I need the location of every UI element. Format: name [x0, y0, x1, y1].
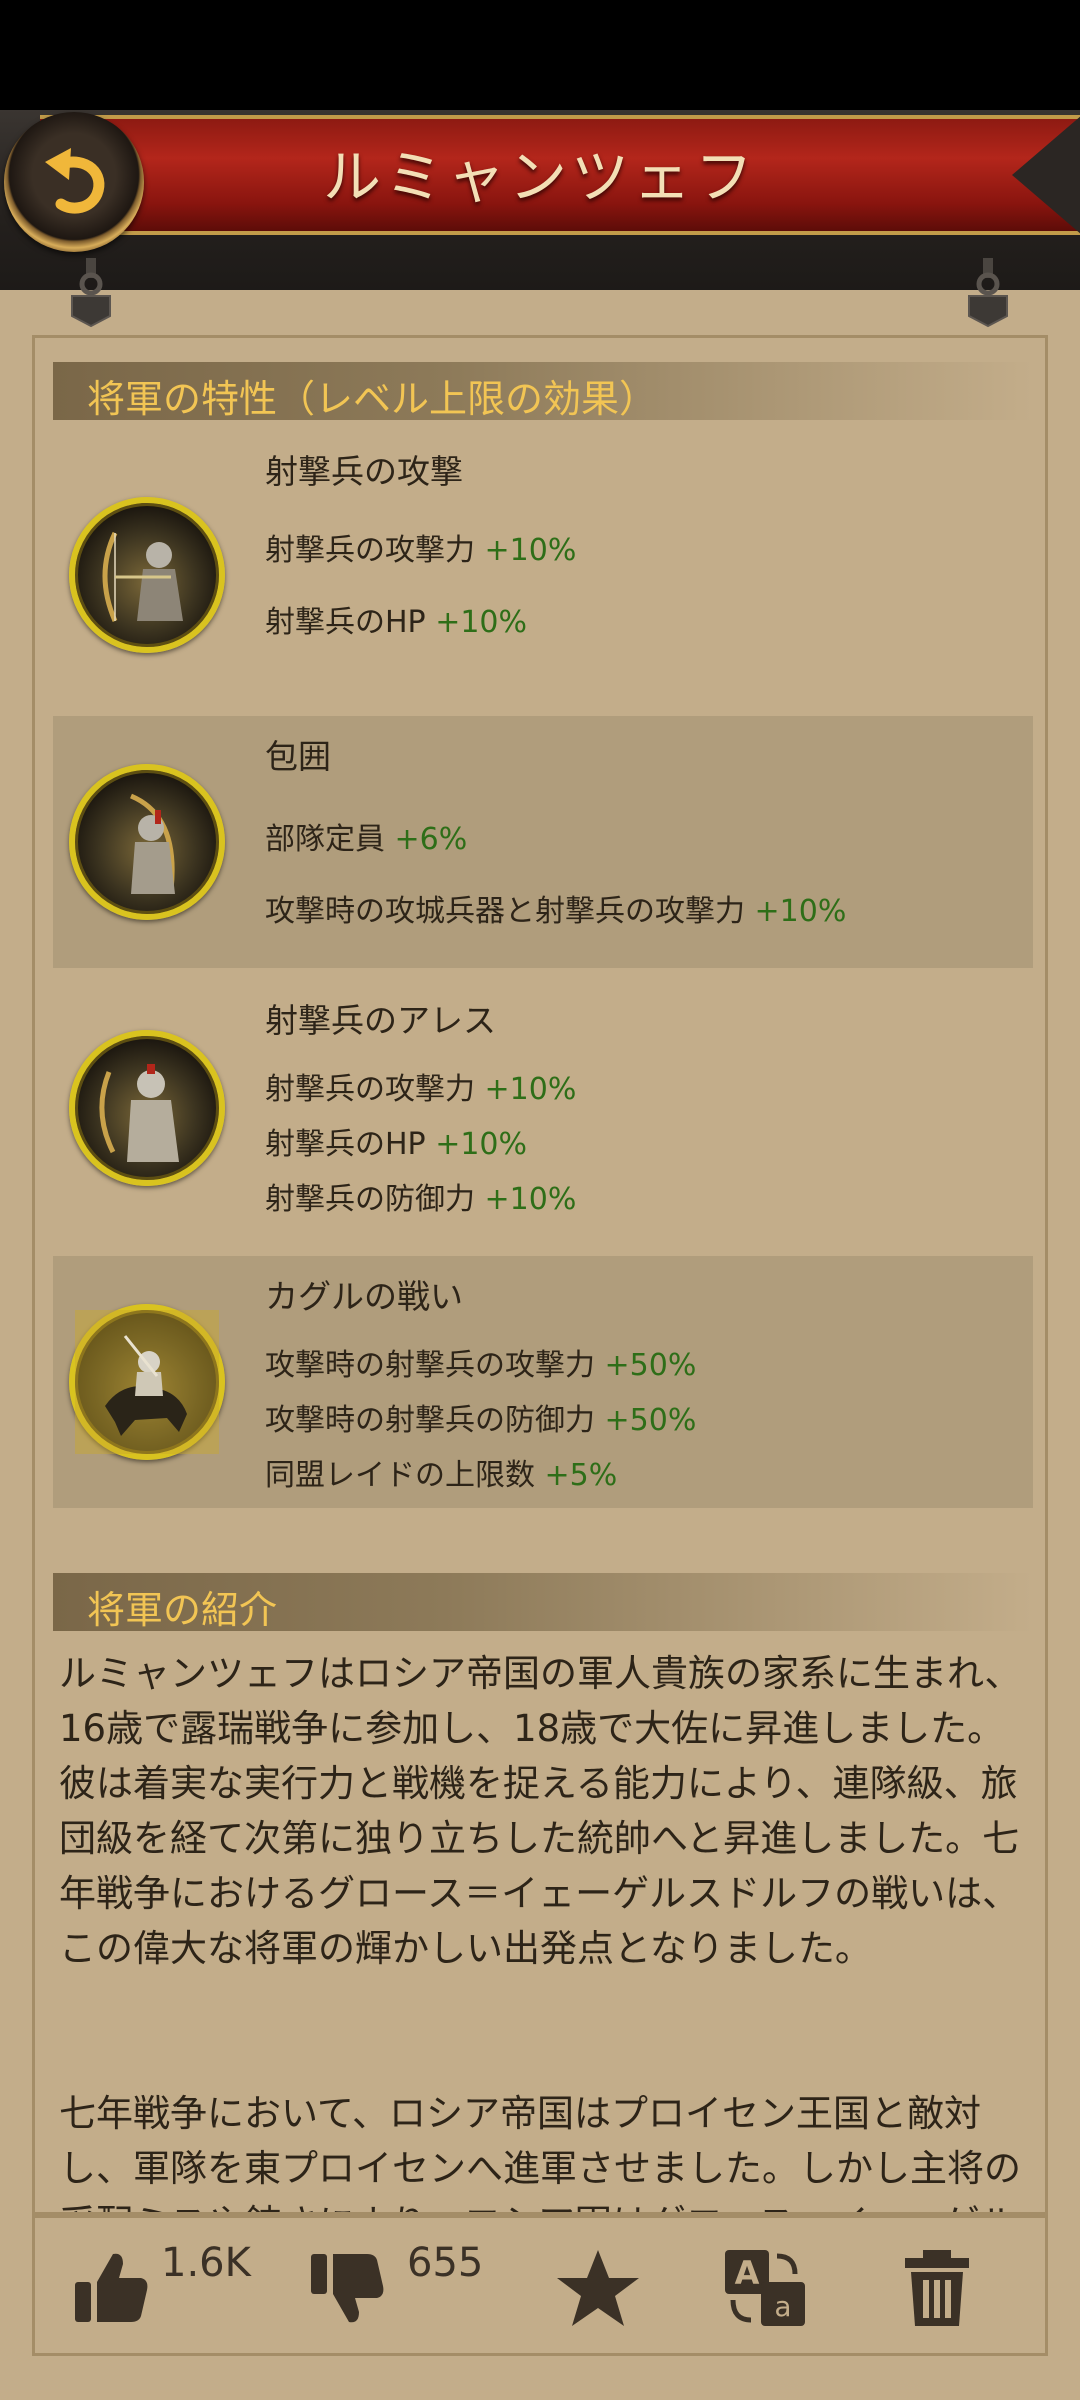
- banner-hook-right: [968, 258, 1008, 328]
- intro-section-header: 将軍の紹介: [53, 1573, 1033, 1632]
- trait-avatar-siege: [69, 764, 225, 920]
- svg-text:A: A: [735, 2254, 760, 2292]
- dislike-count: 655: [407, 2240, 484, 2286]
- trait-effect-line: 攻撃時の射撃兵の防御力 +50%: [265, 1395, 696, 1439]
- trait-name: 射撃兵のアレス: [265, 1001, 496, 1040]
- effect-bonus: +6%: [394, 822, 468, 857]
- trait-avatar-archer-ares: [69, 1030, 225, 1186]
- effect-label: 攻撃時の射撃兵の攻撃力: [265, 1348, 595, 1383]
- trait-avatar-archer-attack: [69, 497, 225, 653]
- general-detail-panel[interactable]: 将軍の特性（レベル上限の効果） 射撃兵の攻撃 射撃兵の攻撃力 +10% 射撃兵の…: [32, 335, 1048, 2215]
- trash-icon[interactable]: [901, 2248, 973, 2328]
- trait-item: 包囲 部隊定員 +6% 攻撃時の攻城兵器と射撃兵の攻撃力 +10%: [53, 716, 1033, 968]
- trait-effect-line: 射撃兵のHP +10%: [265, 1119, 527, 1163]
- thumbs-up-icon[interactable]: [71, 2248, 151, 2328]
- effect-label: 射撃兵の攻撃力: [265, 533, 475, 568]
- trait-effect-line: 射撃兵の攻撃力 +10%: [265, 525, 576, 569]
- effect-bonus: +5%: [544, 1458, 618, 1493]
- effect-label: 同盟レイドの上限数: [265, 1458, 535, 1493]
- effect-label: 射撃兵の防御力: [265, 1182, 475, 1217]
- effect-bonus: +10%: [754, 894, 847, 929]
- archer-icon: [102, 531, 183, 622]
- trait-effect-line: 射撃兵のHP +10%: [265, 597, 527, 641]
- trait-item: カグルの戦い 攻撃時の射撃兵の攻撃力 +50% 攻撃時の射撃兵の防御力 +50%…: [53, 1256, 1033, 1508]
- header: ルミャンツェフ: [0, 110, 1080, 330]
- trait-item: 射撃兵のアレス 射撃兵の攻撃力 +10% 射撃兵のHP +10% 射撃兵の防御力…: [53, 968, 1033, 1238]
- armored-archer-icon: [99, 1064, 179, 1162]
- page-title: ルミャンツェフ: [322, 143, 757, 211]
- trait-name: 包囲: [265, 737, 331, 776]
- effect-bonus: +10%: [484, 1072, 577, 1107]
- effect-label: 攻撃時の射撃兵の防御力: [265, 1403, 595, 1438]
- effect-bonus: +10%: [435, 1127, 528, 1162]
- cavalry-icon: [75, 1310, 219, 1454]
- action-bar: 1.6K 655 A a: [32, 2218, 1048, 2356]
- trait-effect-line: 部隊定員 +6%: [265, 814, 467, 858]
- siege-archer-icon: [129, 793, 175, 894]
- effect-bonus: +10%: [484, 1182, 577, 1217]
- effect-label: 射撃兵の攻撃力: [265, 1072, 475, 1107]
- traits-section-title: 将軍の特性（レベル上限の効果）: [87, 377, 658, 421]
- trait-item: 射撃兵の攻撃 射撃兵の攻撃力 +10% 射撃兵のHP +10%: [53, 421, 1033, 673]
- effect-bonus: +10%: [435, 605, 528, 640]
- trait-name: カグルの戦い: [265, 1277, 463, 1316]
- effect-label: 部隊定員: [265, 822, 385, 857]
- trait-effect-line: 射撃兵の防御力 +10%: [265, 1174, 576, 1218]
- svg-text:a: a: [774, 2290, 791, 2323]
- status-bar: [0, 0, 1080, 110]
- trait-name: 射撃兵の攻撃: [265, 452, 463, 491]
- traits-section-header: 将軍の特性（レベル上限の効果）: [53, 362, 1033, 421]
- like-count: 1.6K: [161, 2240, 251, 2286]
- trait-effect-line: 同盟レイドの上限数 +5%: [265, 1450, 617, 1494]
- effect-label: 射撃兵のHP: [265, 1127, 426, 1162]
- intro-paragraph: ルミャンツェフはロシア帝国の軍人貴族の家系に生まれ、16歳で露瑞戦争に参加し、1…: [59, 1652, 1022, 1970]
- trait-effect-line: 攻撃時の攻城兵器と射撃兵の攻撃力 +10%: [265, 886, 846, 930]
- star-icon[interactable]: [555, 2248, 641, 2328]
- effect-label: 射撃兵のHP: [265, 605, 426, 640]
- effect-label: 攻撃時の攻城兵器と射撃兵の攻撃力: [265, 894, 745, 929]
- translate-icon[interactable]: A a: [723, 2248, 809, 2328]
- effect-bonus: +50%: [604, 1348, 697, 1383]
- trait-effect-line: 攻撃時の射撃兵の攻撃力 +50%: [265, 1340, 696, 1384]
- back-arrow-icon: [45, 148, 105, 214]
- intro-paragraph: 七年戦争において、ロシア帝国はプロイセン王国と敵対し、軍隊を東プロイセンへ進軍さ…: [59, 2092, 1021, 2212]
- trait-avatar-kagul-battle: [69, 1304, 225, 1460]
- effect-bonus: +50%: [604, 1403, 697, 1438]
- back-button[interactable]: [4, 112, 144, 252]
- thumbs-down-icon[interactable]: [307, 2248, 387, 2328]
- intro-section-title: 将軍の紹介: [87, 1588, 278, 1632]
- trait-effect-line: 射撃兵の攻撃力 +10%: [265, 1064, 576, 1108]
- effect-bonus: +10%: [484, 533, 577, 568]
- banner-hook-left: [71, 258, 111, 328]
